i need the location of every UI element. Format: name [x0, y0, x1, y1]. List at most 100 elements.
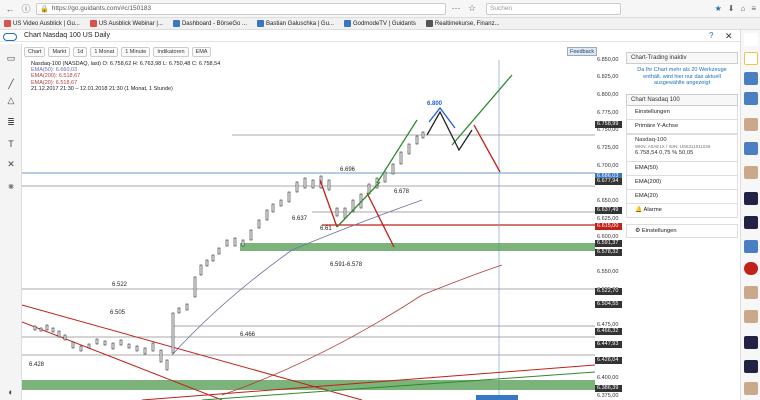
bookmark-icon: [425, 20, 433, 27]
bookmark-star-icon[interactable]: ☆: [466, 3, 478, 15]
panel-settings-row[interactable]: ⚙ Einstellungen: [626, 224, 738, 238]
rail-dpa-icon[interactable]: [744, 336, 758, 349]
y-axis-label: 6.775,00: [597, 109, 619, 116]
black-path: [426, 110, 473, 152]
indicator-ema50[interactable]: EMA(50): [626, 162, 738, 176]
app-header: [0, 30, 740, 42]
text-tool-icon[interactable]: T: [4, 138, 18, 150]
rail-avatar[interactable]: [744, 382, 758, 395]
bookmark-item[interactable]: Realtimekurse, Finanz...: [425, 20, 500, 27]
contrast-icon[interactable]: ◐: [4, 386, 18, 398]
trading-header: Chart-Trading inaktiv: [626, 52, 738, 64]
annotation-6428: 6.428: [29, 362, 45, 368]
url-bar[interactable]: 🔒 https://go.guidants.com/#c/150183: [36, 2, 446, 15]
price-chart[interactable]: 6.800 6.696 6.678 6.637 6.61 6.591-6.578…: [22, 60, 595, 400]
annotation-6637: 6.637: [292, 216, 308, 222]
keyboard-icon[interactable]: ▭: [4, 52, 18, 64]
bookmark-icon: [4, 20, 11, 27]
panel-settings-label: Einstellungen: [641, 228, 677, 234]
y-axis-label: 6.825,00: [597, 74, 619, 81]
y-axis-label: 6.426,04: [595, 356, 622, 364]
market-button[interactable]: Markt: [48, 47, 71, 57]
bookmark-item[interactable]: US Ausblick Webinar |...: [89, 20, 163, 27]
close-icon[interactable]: ✕: [725, 31, 733, 42]
chart-toolbar: Chart Markt 1d 1 Monat 1 Minute Indikato…: [24, 47, 594, 57]
panel-note: Da Ihr Chart mehr als 20 Werkzeuge enthä…: [637, 67, 727, 86]
y-axis-label: 6.800,00: [597, 91, 619, 98]
more-icon[interactable]: ⋯: [450, 3, 462, 15]
rail-doc-icon[interactable]: [744, 142, 758, 155]
annotation-6678: 6.678: [394, 189, 410, 195]
back-icon[interactable]: ←: [4, 3, 16, 15]
alarm-label: Alarme: [643, 207, 662, 213]
y-axis-label: 6.466,32: [595, 328, 622, 336]
ema-slow-line: [171, 199, 423, 356]
rail-doc-icon[interactable]: [744, 240, 758, 253]
rail-avatar[interactable]: [744, 310, 758, 323]
bookmark-item[interactable]: US Video Ausblick | Gu...: [4, 20, 80, 27]
y-axis-label: 6.386,39: [595, 384, 622, 392]
interval-button[interactable]: 1 Minute: [121, 47, 151, 57]
rail-avatar[interactable]: [744, 118, 758, 131]
rail-doc-icon[interactable]: [744, 92, 758, 105]
ema-button[interactable]: EMA: [191, 47, 212, 57]
bookmark-item[interactable]: Bastian Galuschka | Gu...: [257, 20, 334, 27]
annotation-zone: 6.591-6.578: [330, 262, 363, 268]
y-axis-label: 6.375,00: [597, 392, 619, 399]
annotation-6800: 6.800: [427, 101, 443, 107]
red-arrow-mid: [366, 192, 395, 248]
y-axis-label: 6.504,55: [595, 301, 622, 309]
menu-icon[interactable]: ≡: [751, 4, 756, 13]
info-icon[interactable]: ⓘ: [20, 3, 32, 15]
triangle-tool-icon[interactable]: △: [4, 94, 18, 106]
alarm-row[interactable]: 🔔 Alarme: [626, 204, 738, 218]
guidants-logo: [3, 33, 17, 41]
annotation-661: 6.61: [320, 226, 332, 232]
indicator-ema200[interactable]: EMA(200): [626, 176, 738, 190]
search-input[interactable]: Suchen: [486, 2, 621, 15]
rail-dpa-icon[interactable]: [744, 360, 758, 373]
help-icon[interactable]: ?: [709, 31, 713, 40]
url-text: https://go.guidants.com/#c/150183: [51, 5, 152, 12]
line-tool-icon[interactable]: ╱: [4, 78, 18, 90]
range-button[interactable]: 1 Monat: [90, 47, 119, 57]
red-arrow-main: [473, 124, 501, 173]
y-axis-label: 6.700,00: [597, 162, 619, 169]
home-icon[interactable]: ⌂: [740, 4, 745, 13]
period-button[interactable]: 1d: [73, 47, 88, 57]
y-axis-label: 6.677,94: [595, 178, 622, 186]
rail-bulb-icon[interactable]: [744, 52, 758, 65]
download-icon[interactable]: ⬇: [728, 4, 735, 13]
bookmark-item[interactable]: GodmodeTV | Guidants: [343, 20, 416, 27]
rail-dpa-icon[interactable]: [744, 192, 758, 205]
bookmark-item[interactable]: Dashboard - BörseGo ...: [172, 20, 247, 27]
annotation-6505: 6.505: [110, 310, 126, 316]
y-axis-label: 6.550,00: [597, 269, 619, 275]
y-axis: 6.850,00 6.825,00 6.800,00 6.775,00 6.758,99…: [595, 56, 622, 400]
y-axis-label: 6.591,37: [595, 239, 622, 247]
star-icon[interactable]: ★: [715, 4, 722, 13]
rail-toggle-icon[interactable]: [744, 33, 758, 46]
rail-doc-icon[interactable]: [744, 72, 758, 85]
y-axis-label: 6.850,00: [597, 56, 619, 63]
rail-red-icon[interactable]: [744, 262, 758, 275]
bookmark-icon: [89, 20, 97, 27]
settings-row[interactable]: Einstellungen: [626, 106, 738, 120]
rail-dpa-icon[interactable]: [744, 216, 758, 229]
delete-tool-icon[interactable]: ✕: [4, 158, 18, 170]
primary-axis-row[interactable]: Primäre Y-Achse: [626, 120, 738, 134]
rail-avatar[interactable]: [744, 166, 758, 179]
indicator-ema20[interactable]: EMA(20): [626, 190, 738, 204]
rail-avatar[interactable]: [744, 286, 758, 299]
chart-type-button[interactable]: Chart: [24, 47, 46, 57]
indicators-button[interactable]: Indikatoren: [153, 47, 189, 57]
green-arrow-small: [336, 181, 381, 228]
magnet-tool-icon[interactable]: ⨳: [4, 180, 18, 192]
y-axis-label: 6.615,00: [595, 222, 622, 230]
y-axis-label: 6.750,00: [597, 127, 619, 134]
quote-card[interactable]: Nasdaq-100 WKN: A0AE1X / ISIN: US6311011…: [626, 134, 738, 162]
feedback-button[interactable]: Feedback: [567, 47, 598, 56]
fibonacci-tool-icon[interactable]: ≣: [4, 116, 18, 128]
annotation-6466: 6.466: [240, 332, 256, 338]
y-axis-label: 6.578,32: [595, 248, 622, 256]
